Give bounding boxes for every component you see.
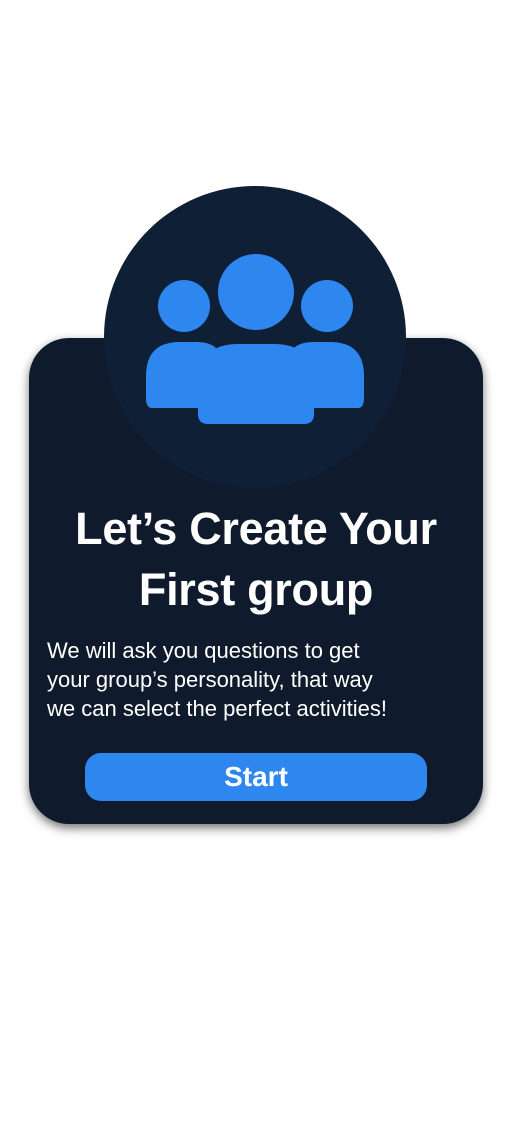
description-text: We will ask you questions to get your gr… [47, 636, 477, 723]
page-title: Let’s Create Your First group [29, 498, 483, 620]
title-line: First group [138, 564, 374, 615]
start-button[interactable]: Start [85, 753, 427, 801]
onboarding-screen: Let’s Create Your First group We will as… [0, 0, 511, 1135]
description-line: your group’s personality, that way [47, 667, 373, 692]
description-line: We will ask you questions to get [47, 638, 360, 663]
title-line: Let’s Create Your [75, 503, 437, 554]
description-line: we can select the perfect activities! [47, 696, 387, 721]
group-icon-circle [104, 186, 406, 488]
group-users-icon [146, 254, 364, 424]
